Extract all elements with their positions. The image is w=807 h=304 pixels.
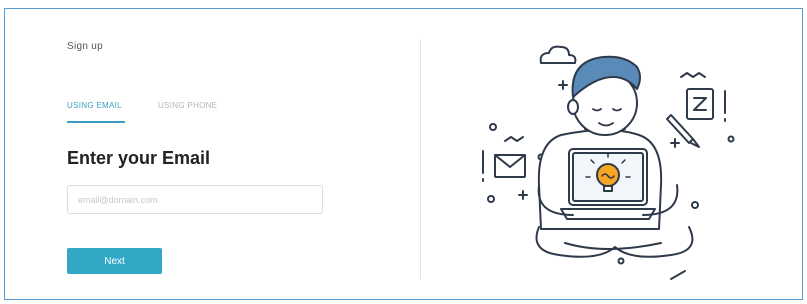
dot-icon: [617, 257, 625, 265]
page-title: Sign up: [67, 41, 104, 52]
active-tab-underline: [67, 121, 125, 123]
cloud-icon: [539, 45, 577, 64]
sparkle-icon: [670, 138, 680, 148]
sparkle-icon: [558, 80, 568, 90]
dot-icon: [691, 201, 699, 209]
signup-panel: Sign up USING EMAIL USING PHONE Enter yo…: [4, 8, 803, 300]
email-field[interactable]: [67, 185, 323, 214]
vertical-divider: [420, 39, 421, 279]
tab-using-phone[interactable]: USING PHONE: [158, 101, 217, 110]
dot-icon: [487, 195, 495, 203]
sparkle-icon: [518, 190, 528, 200]
note-icon: [686, 88, 714, 120]
person-with-laptop-illustration: [482, 45, 735, 280]
dash-icon: [670, 270, 686, 280]
dot-icon: [489, 123, 497, 131]
dot-icon: [727, 135, 735, 143]
squiggle-icon: [504, 136, 524, 142]
head-icon: [567, 55, 641, 136]
squiggle-icon: [680, 72, 706, 78]
next-button[interactable]: Next: [67, 248, 162, 274]
legs-icon: [535, 226, 694, 258]
mail-icon: [494, 154, 526, 178]
tab-using-email[interactable]: USING EMAIL: [67, 101, 122, 110]
form-heading: Enter your Email: [67, 148, 211, 168]
